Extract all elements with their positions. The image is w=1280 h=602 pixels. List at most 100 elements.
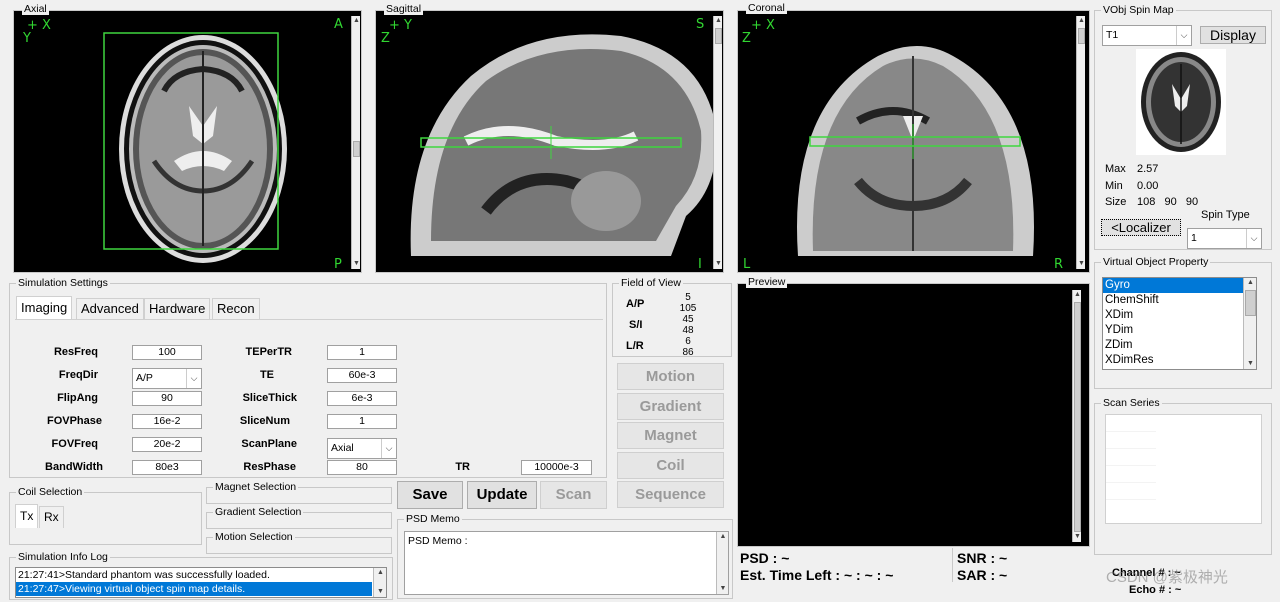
chevron-down-icon: ⌵	[381, 439, 396, 458]
scroll-down-icon[interactable]: ▼	[717, 584, 729, 594]
sequence-button[interactable]: Sequence	[617, 481, 724, 508]
scroll-thumb[interactable]	[1245, 290, 1256, 316]
vobj-property-item[interactable]: YDim	[1103, 323, 1256, 338]
te-input[interactable]: 60e-3	[327, 368, 397, 383]
flipang-input[interactable]: 90	[132, 391, 202, 406]
motion-button[interactable]: Motion	[617, 363, 724, 390]
scroll-thumb[interactable]	[1078, 28, 1085, 44]
freqdir-label: FreqDir	[58, 369, 98, 381]
bandwidth-input[interactable]: 80e3	[132, 460, 202, 475]
axial-viewer[interactable]: + X Y A P ▲ ▼	[13, 10, 362, 273]
sim-log-panel: Simulation Info Log 21:27:41>Standard ph…	[9, 551, 393, 600]
scan-button[interactable]: Scan	[540, 481, 607, 509]
scanplane-select[interactable]: Axial ⌵	[327, 438, 397, 459]
update-button[interactable]: Update	[467, 481, 537, 509]
scroll-down-icon[interactable]: ▼	[1244, 359, 1256, 369]
tab-hardware[interactable]: Hardware	[144, 298, 211, 320]
localizer-button[interactable]: <Localizer	[1101, 219, 1181, 236]
scroll-up-icon[interactable]: ▲	[374, 568, 386, 578]
tab-rx[interactable]: Rx	[39, 506, 64, 528]
resphase-input[interactable]: 80	[327, 460, 397, 475]
vobj-property-list[interactable]: Gyro ChemShift XDim YDim ZDim XDimRes ▲ ▼	[1102, 277, 1257, 370]
save-button[interactable]: Save	[397, 481, 463, 509]
scroll-thumb[interactable]	[1074, 302, 1081, 532]
fov-ap-top: 5	[685, 292, 691, 303]
te-label: TE	[259, 369, 274, 381]
spin-type-label: Spin Type	[1201, 209, 1250, 221]
sagittal-viewer[interactable]: + Y Z S I ▲ ▼	[375, 10, 724, 273]
spin-type-select[interactable]: 1 ⌵	[1187, 228, 1262, 249]
vobj-list-scrollbar[interactable]: ▲ ▼	[1243, 278, 1256, 369]
fovfreq-input[interactable]: 20e-2	[132, 437, 202, 452]
tab-tx[interactable]: Tx	[15, 504, 39, 528]
vobj-property-item[interactable]: ZDim	[1103, 338, 1256, 353]
log-line[interactable]: 21:27:47>Viewing virtual object spin map…	[16, 582, 372, 596]
coil-selection-title: Coil Selection	[16, 486, 85, 498]
scroll-up-icon[interactable]: ▲	[1077, 16, 1086, 26]
gradient-button[interactable]: Gradient	[617, 393, 724, 420]
snr-status: SNR : ~	[957, 550, 1008, 566]
spin-map-panel: VObj Spin Map T1 ⌵ Display Max 2.57 Min …	[1094, 4, 1272, 250]
fovphase-input[interactable]: 16e-2	[132, 414, 202, 429]
axial-scrollbar[interactable]: ▲ ▼	[351, 16, 360, 269]
tab-recon[interactable]: Recon	[212, 298, 260, 320]
scroll-down-icon[interactable]: ▼	[374, 587, 386, 597]
coronal-label-br: R	[1054, 257, 1064, 272]
spin-map-select[interactable]: T1 ⌵	[1102, 25, 1192, 46]
simulation-settings-title: Simulation Settings	[16, 277, 110, 289]
axial-label-tl-bottom: Y	[23, 31, 31, 46]
scroll-thumb[interactable]	[715, 28, 722, 44]
psd-memo-textarea[interactable]: PSD Memo : ▲ ▼	[404, 531, 729, 595]
sim-log-scrollbar[interactable]: ▲ ▼	[373, 568, 386, 597]
sagittal-scrollbar[interactable]: ▲ ▼	[713, 16, 722, 269]
scroll-down-icon[interactable]: ▼	[1077, 259, 1086, 269]
scroll-down-icon[interactable]: ▼	[352, 259, 361, 269]
vobj-property-item[interactable]: Gyro	[1103, 278, 1256, 293]
magnet-button[interactable]: Magnet	[617, 422, 724, 449]
scroll-down-icon[interactable]: ▼	[1073, 532, 1082, 542]
scroll-up-icon[interactable]: ▲	[714, 16, 723, 26]
preview-scrollbar[interactable]: ▲ ▼	[1072, 290, 1081, 542]
scroll-thumb[interactable]	[353, 141, 360, 157]
gradient-selection-panel[interactable]: Gradient Selection	[206, 506, 392, 529]
preview-viewer[interactable]: ▲ ▼	[737, 283, 1090, 547]
fovfreq-label: FOVFreq	[51, 438, 98, 450]
log-line[interactable]: 21:27:41>Standard phantom was successful…	[16, 568, 372, 582]
coronal-brain-image	[797, 46, 1034, 256]
tr-input[interactable]: 10000e-3	[521, 460, 592, 475]
scroll-up-icon[interactable]: ▲	[717, 532, 729, 542]
fov-lr-label: L/R	[626, 340, 644, 352]
teper-tr-input[interactable]: 1	[327, 345, 397, 360]
scanplane-value: Axial	[331, 442, 354, 454]
freqdir-select[interactable]: A/P ⌵	[132, 368, 202, 389]
psd-status: PSD : ~	[740, 550, 790, 566]
scan-series-grid[interactable]	[1105, 414, 1262, 524]
coil-button[interactable]: Coil	[617, 452, 724, 479]
coronal-scrollbar[interactable]: ▲ ▼	[1076, 16, 1085, 269]
vobj-property-item[interactable]: XDim	[1103, 308, 1256, 323]
size-label: Size	[1105, 196, 1127, 208]
fov-ap-label: A/P	[626, 298, 645, 310]
fov-si-top: 45	[682, 314, 694, 325]
tab-imaging[interactable]: Imaging	[16, 296, 73, 320]
coronal-viewer[interactable]: + X Z L R ▲ ▼	[737, 10, 1090, 273]
freqdir-value: A/P	[136, 372, 153, 384]
motion-selection-panel[interactable]: Motion Selection	[206, 531, 392, 554]
resfreq-input[interactable]: 100	[132, 345, 202, 360]
vobj-property-item[interactable]: XDimRes	[1103, 353, 1256, 368]
slicenum-input[interactable]: 1	[327, 414, 397, 429]
fov-ap-bottom: 105	[679, 303, 697, 314]
vobj-property-item[interactable]: ChemShift	[1103, 293, 1256, 308]
slicethick-input[interactable]: 6e-3	[327, 391, 397, 406]
scroll-down-icon[interactable]: ▼	[714, 259, 723, 269]
min-label: Min	[1105, 180, 1123, 192]
scroll-up-icon[interactable]: ▲	[1073, 290, 1082, 300]
scroll-up-icon[interactable]: ▲	[352, 16, 361, 26]
scroll-up-icon[interactable]: ▲	[1244, 278, 1256, 288]
psd-memo-scrollbar[interactable]: ▲ ▼	[716, 532, 728, 594]
spin-map-title: VObj Spin Map	[1101, 4, 1176, 16]
tab-advanced[interactable]: Advanced	[76, 298, 144, 320]
display-button[interactable]: Display	[1200, 26, 1266, 44]
sim-log-list[interactable]: 21:27:41>Standard phantom was successful…	[15, 567, 387, 598]
magnet-selection-panel[interactable]: Magnet Selection	[206, 481, 392, 504]
